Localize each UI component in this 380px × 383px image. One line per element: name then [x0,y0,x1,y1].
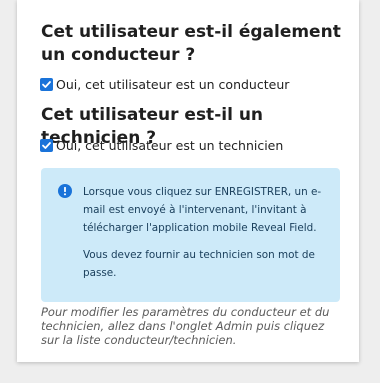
technician-checkbox-label: Oui, cet utilisateur est un technicien [56,138,284,153]
checkmark-icon [42,81,51,88]
technician-checkbox[interactable] [40,139,53,152]
driver-question-heading: Cet utilisateur est-il également un cond… [41,22,341,65]
settings-footnote: Pour modifier les paramètres du conducte… [41,305,330,347]
technician-checkbox-row[interactable]: Oui, cet utilisateur est un technicien [40,138,283,153]
info-text: Lorsque vous cliquez sur ENREGISTRER, un… [83,183,328,291]
info-icon [58,184,72,198]
driver-checkbox-label: Oui, cet utilisateur est un conducteur [56,77,290,92]
info-paragraph-email: Lorsque vous cliquez sur ENREGISTRER, un… [83,186,322,234]
info-callout: Lorsque vous cliquez sur ENREGISTRER, un… [41,168,340,302]
driver-checkbox[interactable] [40,78,53,91]
checkmark-icon [42,142,51,149]
user-role-panel: Cet utilisateur est-il également un cond… [17,0,359,362]
driver-checkbox-row[interactable]: Oui, cet utilisateur est un conducteur [40,77,289,92]
info-paragraph-password: Vous devez fournir au technicien son mot… [83,249,315,279]
